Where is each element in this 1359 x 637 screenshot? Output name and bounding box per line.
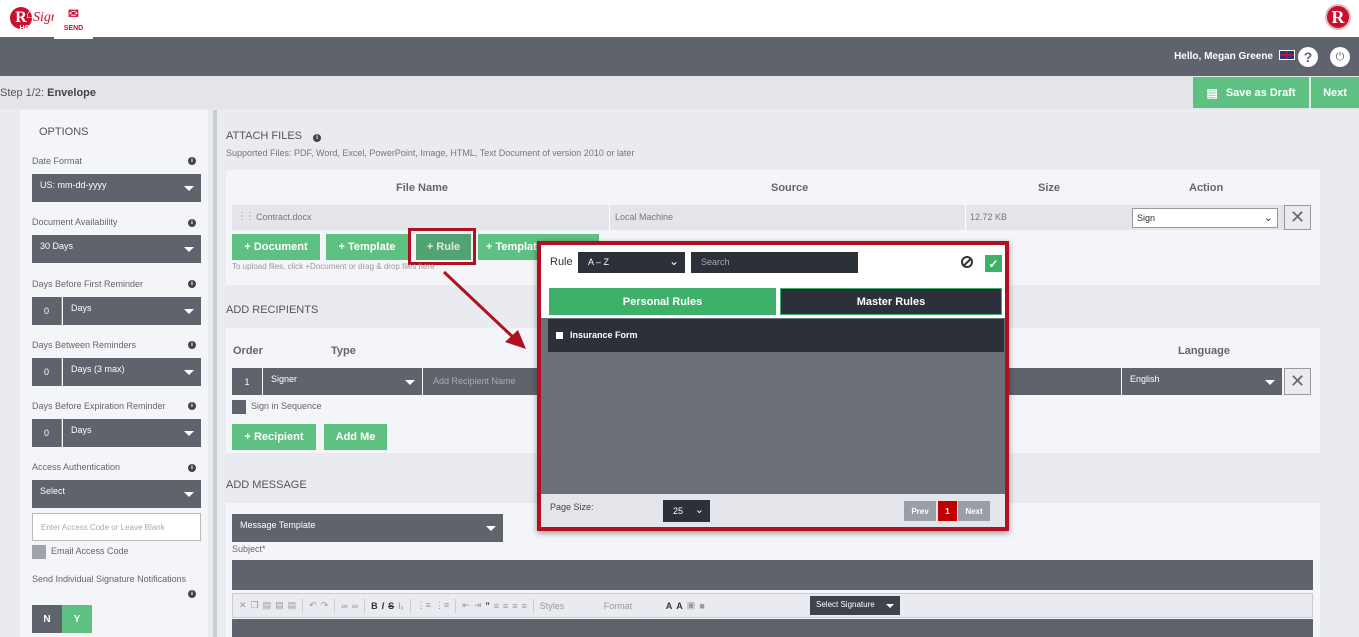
rule-label: Rule [550, 256, 573, 268]
rule-item-label: Insurance Form [570, 330, 638, 340]
clear-search-icon[interactable] [961, 256, 973, 268]
rule-checkbox[interactable] [556, 331, 563, 339]
tab-personal-rules[interactable]: Personal Rules [549, 288, 776, 315]
tab-master-rules[interactable]: Master Rules [780, 288, 1002, 315]
prev-page-button[interactable]: Prev [904, 501, 936, 521]
chevron-down-icon: ⌄ [694, 504, 704, 516]
current-page-button[interactable]: 1 [938, 501, 957, 521]
arrow-line [442, 270, 518, 342]
page-size-select[interactable]: 25 ⌄ [663, 500, 710, 522]
confirm-check-icon[interactable]: ✓ [985, 255, 1002, 272]
next-page-button[interactable]: Next [958, 501, 990, 521]
rule-sort-select[interactable]: A – Z ⌄ [578, 252, 685, 273]
rule-search-input[interactable]: Search [691, 252, 858, 273]
chevron-down-icon: ⌄ [668, 254, 679, 268]
rule-list-item[interactable]: Insurance Form [556, 330, 638, 340]
page-size-label: Page Size: [550, 502, 594, 512]
rule-sort-value: A – Z [588, 257, 610, 267]
page-size-value: 25 [673, 506, 684, 516]
